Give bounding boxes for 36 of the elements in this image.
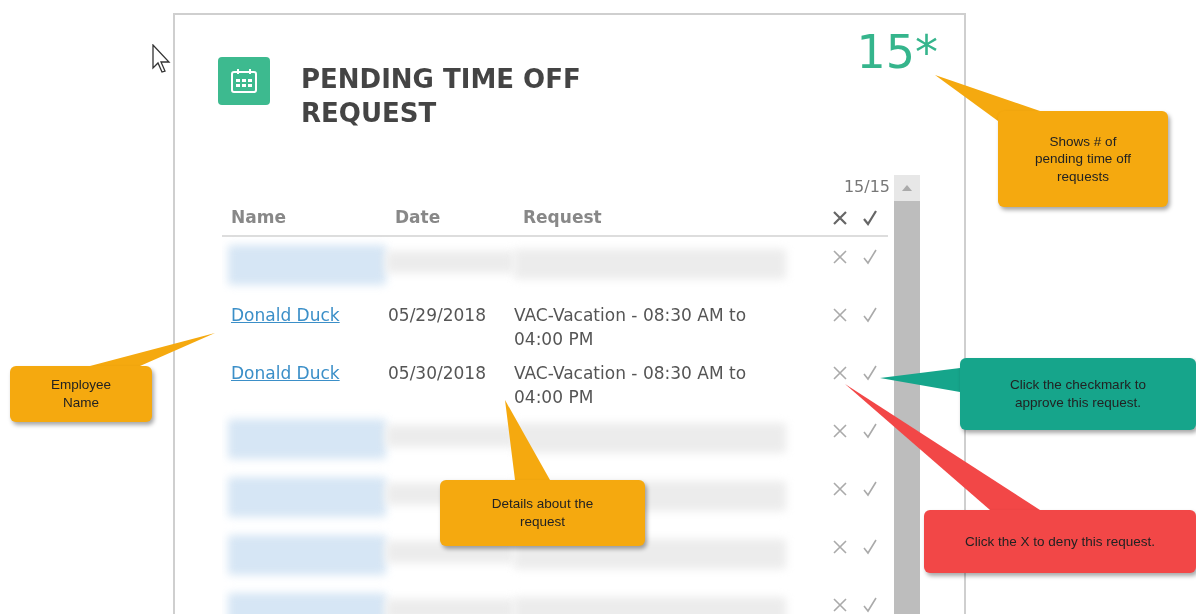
column-header: Request [522, 206, 603, 230]
close-icon[interactable] [832, 597, 848, 613]
employee-link[interactable]: Donald Duck [222, 363, 340, 383]
cursor-icon [152, 44, 172, 74]
checkmark-icon[interactable] [862, 307, 878, 323]
scrollbar[interactable] [894, 175, 920, 614]
widget-title: PENDING TIME OFF REQUEST [301, 63, 582, 130]
close-icon [832, 210, 848, 226]
callout: Employee Name [10, 366, 152, 422]
callout: Click the checkmark to approve this request. [960, 358, 1196, 430]
close-icon[interactable] [832, 481, 848, 497]
close-icon[interactable] [832, 539, 848, 555]
callout: Shows # of pending time off requests [998, 111, 1168, 207]
checkmark-icon[interactable] [862, 249, 878, 265]
checkmark-icon[interactable] [862, 423, 878, 439]
pager-count: 15/15 [843, 176, 890, 198]
checkmark-icon [862, 210, 878, 226]
scroll-up-icon[interactable] [902, 185, 912, 191]
close-icon[interactable] [832, 249, 848, 265]
checkmark-icon[interactable] [862, 481, 878, 497]
column-header: Date [394, 206, 442, 230]
employee-link[interactable]: Donald Duck [222, 305, 340, 325]
request-cell-text: VAC-Vacation - 08:30 AM to 04:00 PM [514, 362, 748, 409]
close-icon[interactable] [832, 365, 848, 381]
checkmark-icon[interactable] [862, 365, 878, 381]
date-cell-text: 05/30/2018 [387, 363, 486, 383]
close-icon[interactable] [832, 423, 848, 439]
request-count: 15* [856, 29, 938, 75]
request-cell-text: VAC-Vacation - 08:30 AM to 04:00 PM [514, 304, 748, 351]
close-icon[interactable] [832, 307, 848, 323]
date-cell-text: 05/29/2018 [387, 305, 486, 325]
checkmark-icon[interactable] [862, 597, 878, 613]
checkmark-icon[interactable] [862, 539, 878, 555]
callout: Click the X to deny this request. [924, 510, 1196, 573]
column-header: Name [230, 206, 287, 230]
calendar-icon [218, 57, 270, 105]
